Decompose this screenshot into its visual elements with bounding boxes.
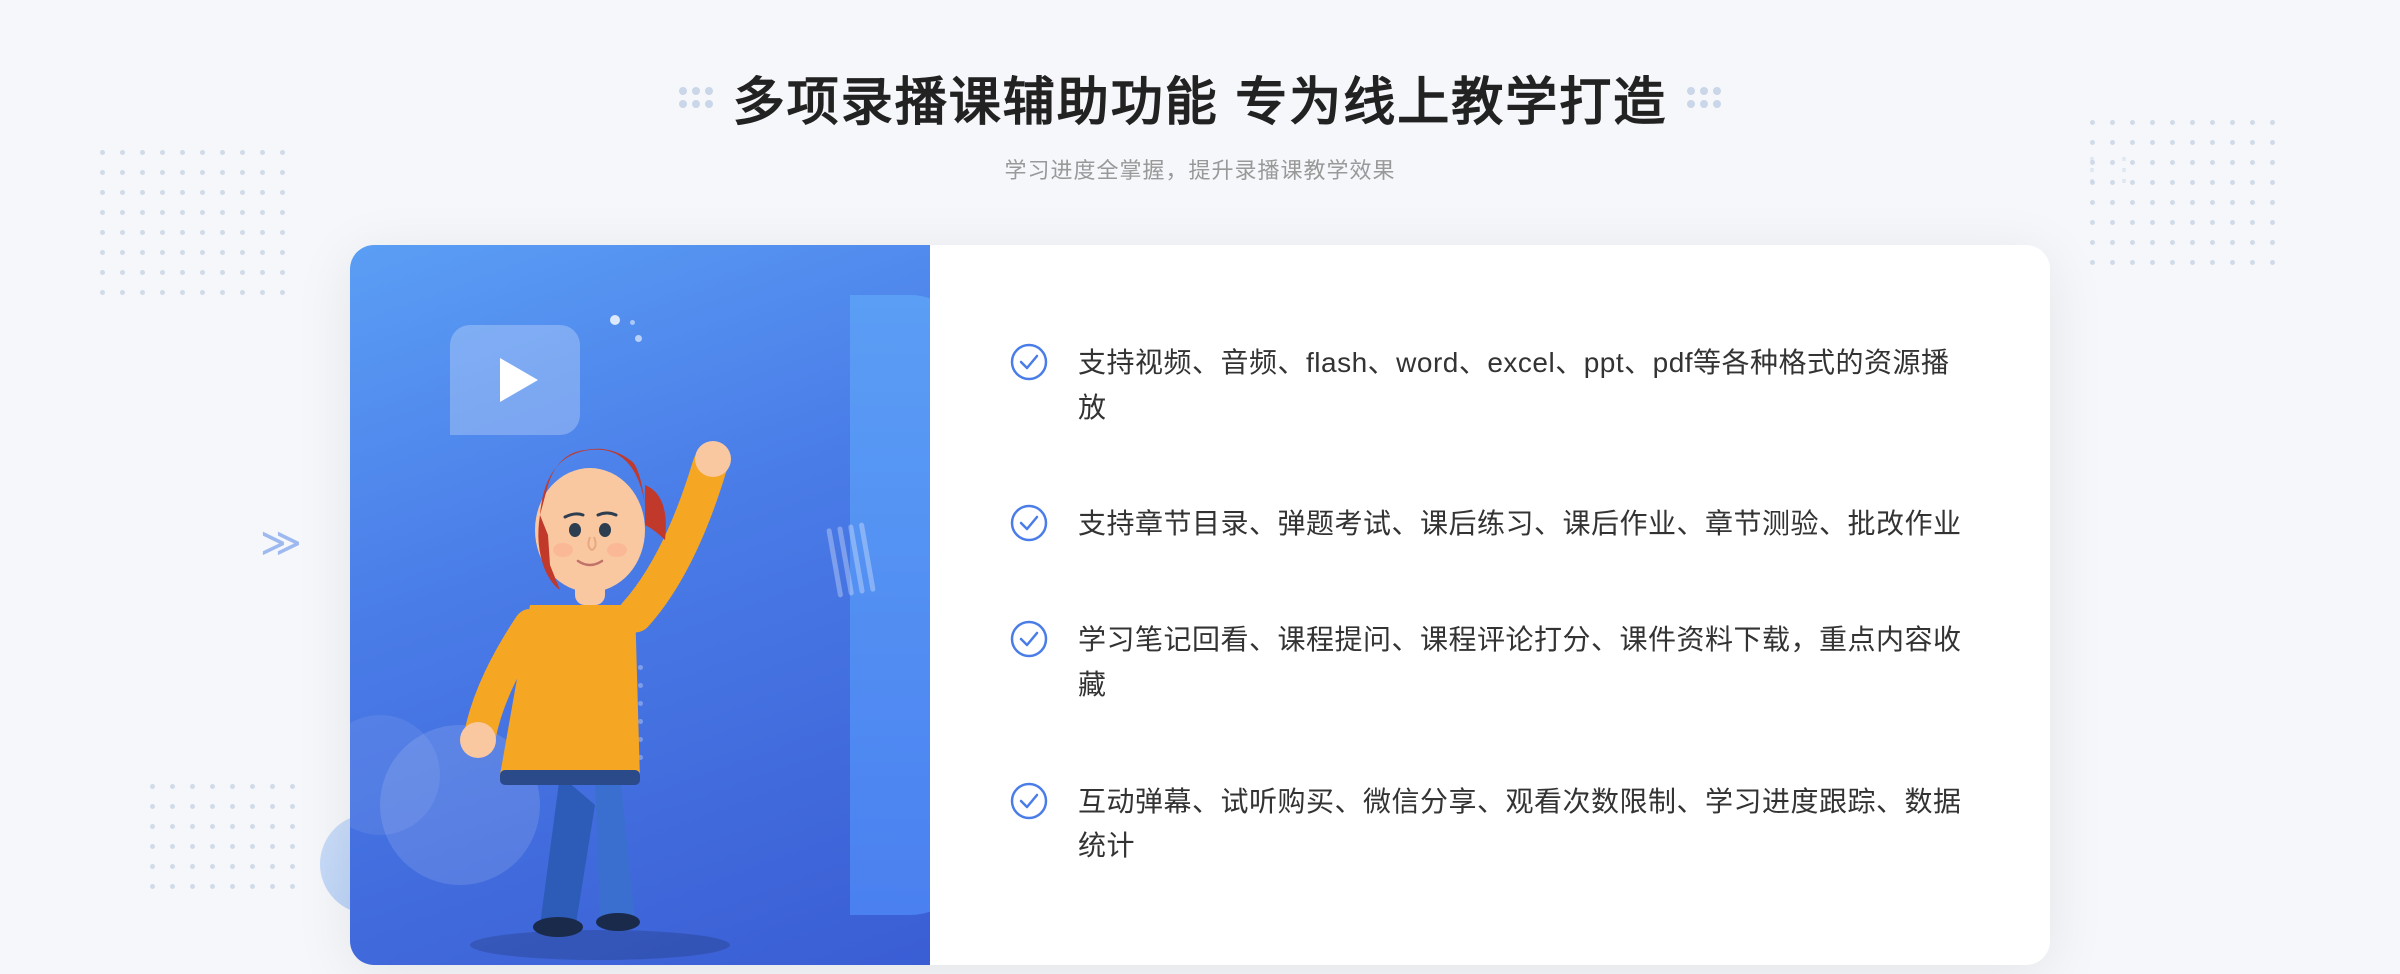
check-circle-icon-4 <box>1010 782 1048 820</box>
sparkle-dot-2 <box>635 335 642 342</box>
chevron-right-icon: ⋮⋮ <box>2076 150 2140 188</box>
feature-text-1: 支持视频、音频、flash、word、excel、ppt、pdf等各种格式的资源… <box>1078 341 1970 431</box>
decorator-dots-left <box>679 87 713 108</box>
check-circle-icon-2 <box>1010 504 1048 542</box>
check-circle-icon-3 <box>1010 620 1048 658</box>
curve-panel <box>850 295 930 915</box>
feature-item-1: 支持视频、音频、flash、word、excel、ppt、pdf等各种格式的资源… <box>1010 341 1970 431</box>
content-card: 支持视频、音频、flash、word、excel、ppt、pdf等各种格式的资源… <box>350 245 2050 965</box>
feature-text-2: 支持章节目录、弹题考试、课后练习、课后作业、章节测验、批改作业 <box>1078 502 1962 547</box>
check-circle-icon-1 <box>1010 343 1048 381</box>
page-container: ≫ ⋮⋮ 多项录播课辅助功能 专为线上教学打造 学习进度全掌握，提升录播课教学效… <box>0 0 2400 974</box>
feature-item-3: 学习笔记回看、课程提问、课程评论打分、课件资料下载，重点内容收藏 <box>1010 618 1970 708</box>
feature-item-2: 支持章节目录、弹题考试、课后练习、课后作业、章节测验、批改作业 <box>1010 502 1970 547</box>
sparkle-dot-3 <box>630 320 635 325</box>
feature-text-3: 学习笔记回看、课程提问、课程评论打分、课件资料下载，重点内容收藏 <box>1078 618 1970 708</box>
features-panel: 支持视频、音频、flash、word、excel、ppt、pdf等各种格式的资源… <box>930 245 2050 965</box>
page-title: 多项录播课辅助功能 专为线上教学打造 <box>733 60 1667 135</box>
dot-pattern-bg-left <box>100 150 290 300</box>
feature-item-4: 互动弹幕、试听购买、微信分享、观看次数限制、学习进度跟踪、数据统计 <box>1010 780 1970 870</box>
decorator-dots-right <box>1687 87 1721 108</box>
feature-text-4: 互动弹幕、试听购买、微信分享、观看次数限制、学习进度跟踪、数据统计 <box>1078 780 1970 870</box>
header-decorators: 多项录播课辅助功能 专为线上教学打造 <box>679 60 1721 135</box>
page-subtitle: 学习进度全掌握，提升录播课教学效果 <box>679 153 1721 185</box>
chevron-left-icon: ≫ <box>260 520 302 566</box>
illustration-panel <box>350 245 930 965</box>
dot-pattern-bg-bottom <box>150 784 300 894</box>
dot-pattern-bg-right <box>2090 120 2280 270</box>
person-illustration <box>400 385 850 965</box>
header-section: 多项录播课辅助功能 专为线上教学打造 学习进度全掌握，提升录播课教学效果 <box>679 60 1721 185</box>
sparkle-dot-1 <box>610 315 620 325</box>
